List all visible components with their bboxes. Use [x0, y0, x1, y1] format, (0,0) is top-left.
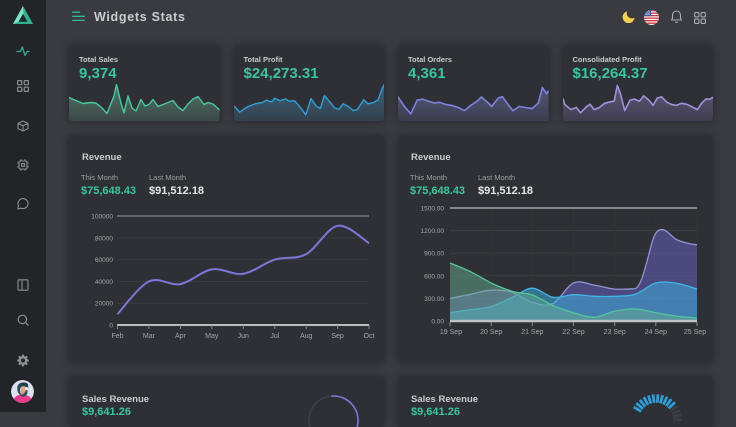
- svg-text:80000: 80000: [95, 235, 113, 242]
- svg-text:20000: 20000: [95, 301, 113, 308]
- svg-text:24 Sep: 24 Sep: [645, 329, 667, 336]
- svg-text:100000: 100000: [91, 214, 113, 221]
- svg-text:May: May: [205, 333, 219, 340]
- svg-text:25 Sep: 25 Sep: [684, 329, 706, 336]
- svg-text:22 Sep: 22 Sep: [562, 329, 584, 336]
- svg-text:Feb: Feb: [111, 333, 123, 340]
- svg-text:Sep: Sep: [331, 333, 344, 340]
- svg-text:900.00: 900.00: [424, 251, 444, 258]
- svg-text:21 Sep: 21 Sep: [521, 329, 543, 336]
- svg-text:0.00: 0.00: [431, 319, 444, 326]
- svg-text:20 Sep: 20 Sep: [480, 329, 502, 336]
- svg-text:Apr: Apr: [175, 333, 187, 340]
- svg-text:23 Sep: 23 Sep: [604, 329, 626, 336]
- svg-text:Oct: Oct: [364, 333, 375, 340]
- svg-text:40000: 40000: [95, 279, 113, 286]
- svg-text:19 Sep: 19 Sep: [440, 329, 462, 336]
- svg-text:300.00: 300.00: [424, 296, 444, 303]
- svg-text:1500.00: 1500.00: [421, 206, 445, 213]
- svg-text:Aug: Aug: [300, 333, 313, 340]
- svg-text:Jun: Jun: [238, 333, 249, 340]
- svg-text:1200.00: 1200.00: [421, 228, 445, 235]
- svg-text:Jul: Jul: [270, 333, 279, 340]
- svg-text:600.00: 600.00: [424, 273, 444, 280]
- svg-text:0: 0: [109, 323, 113, 330]
- svg-text:Mar: Mar: [143, 333, 156, 340]
- svg-text:60000: 60000: [95, 257, 113, 264]
